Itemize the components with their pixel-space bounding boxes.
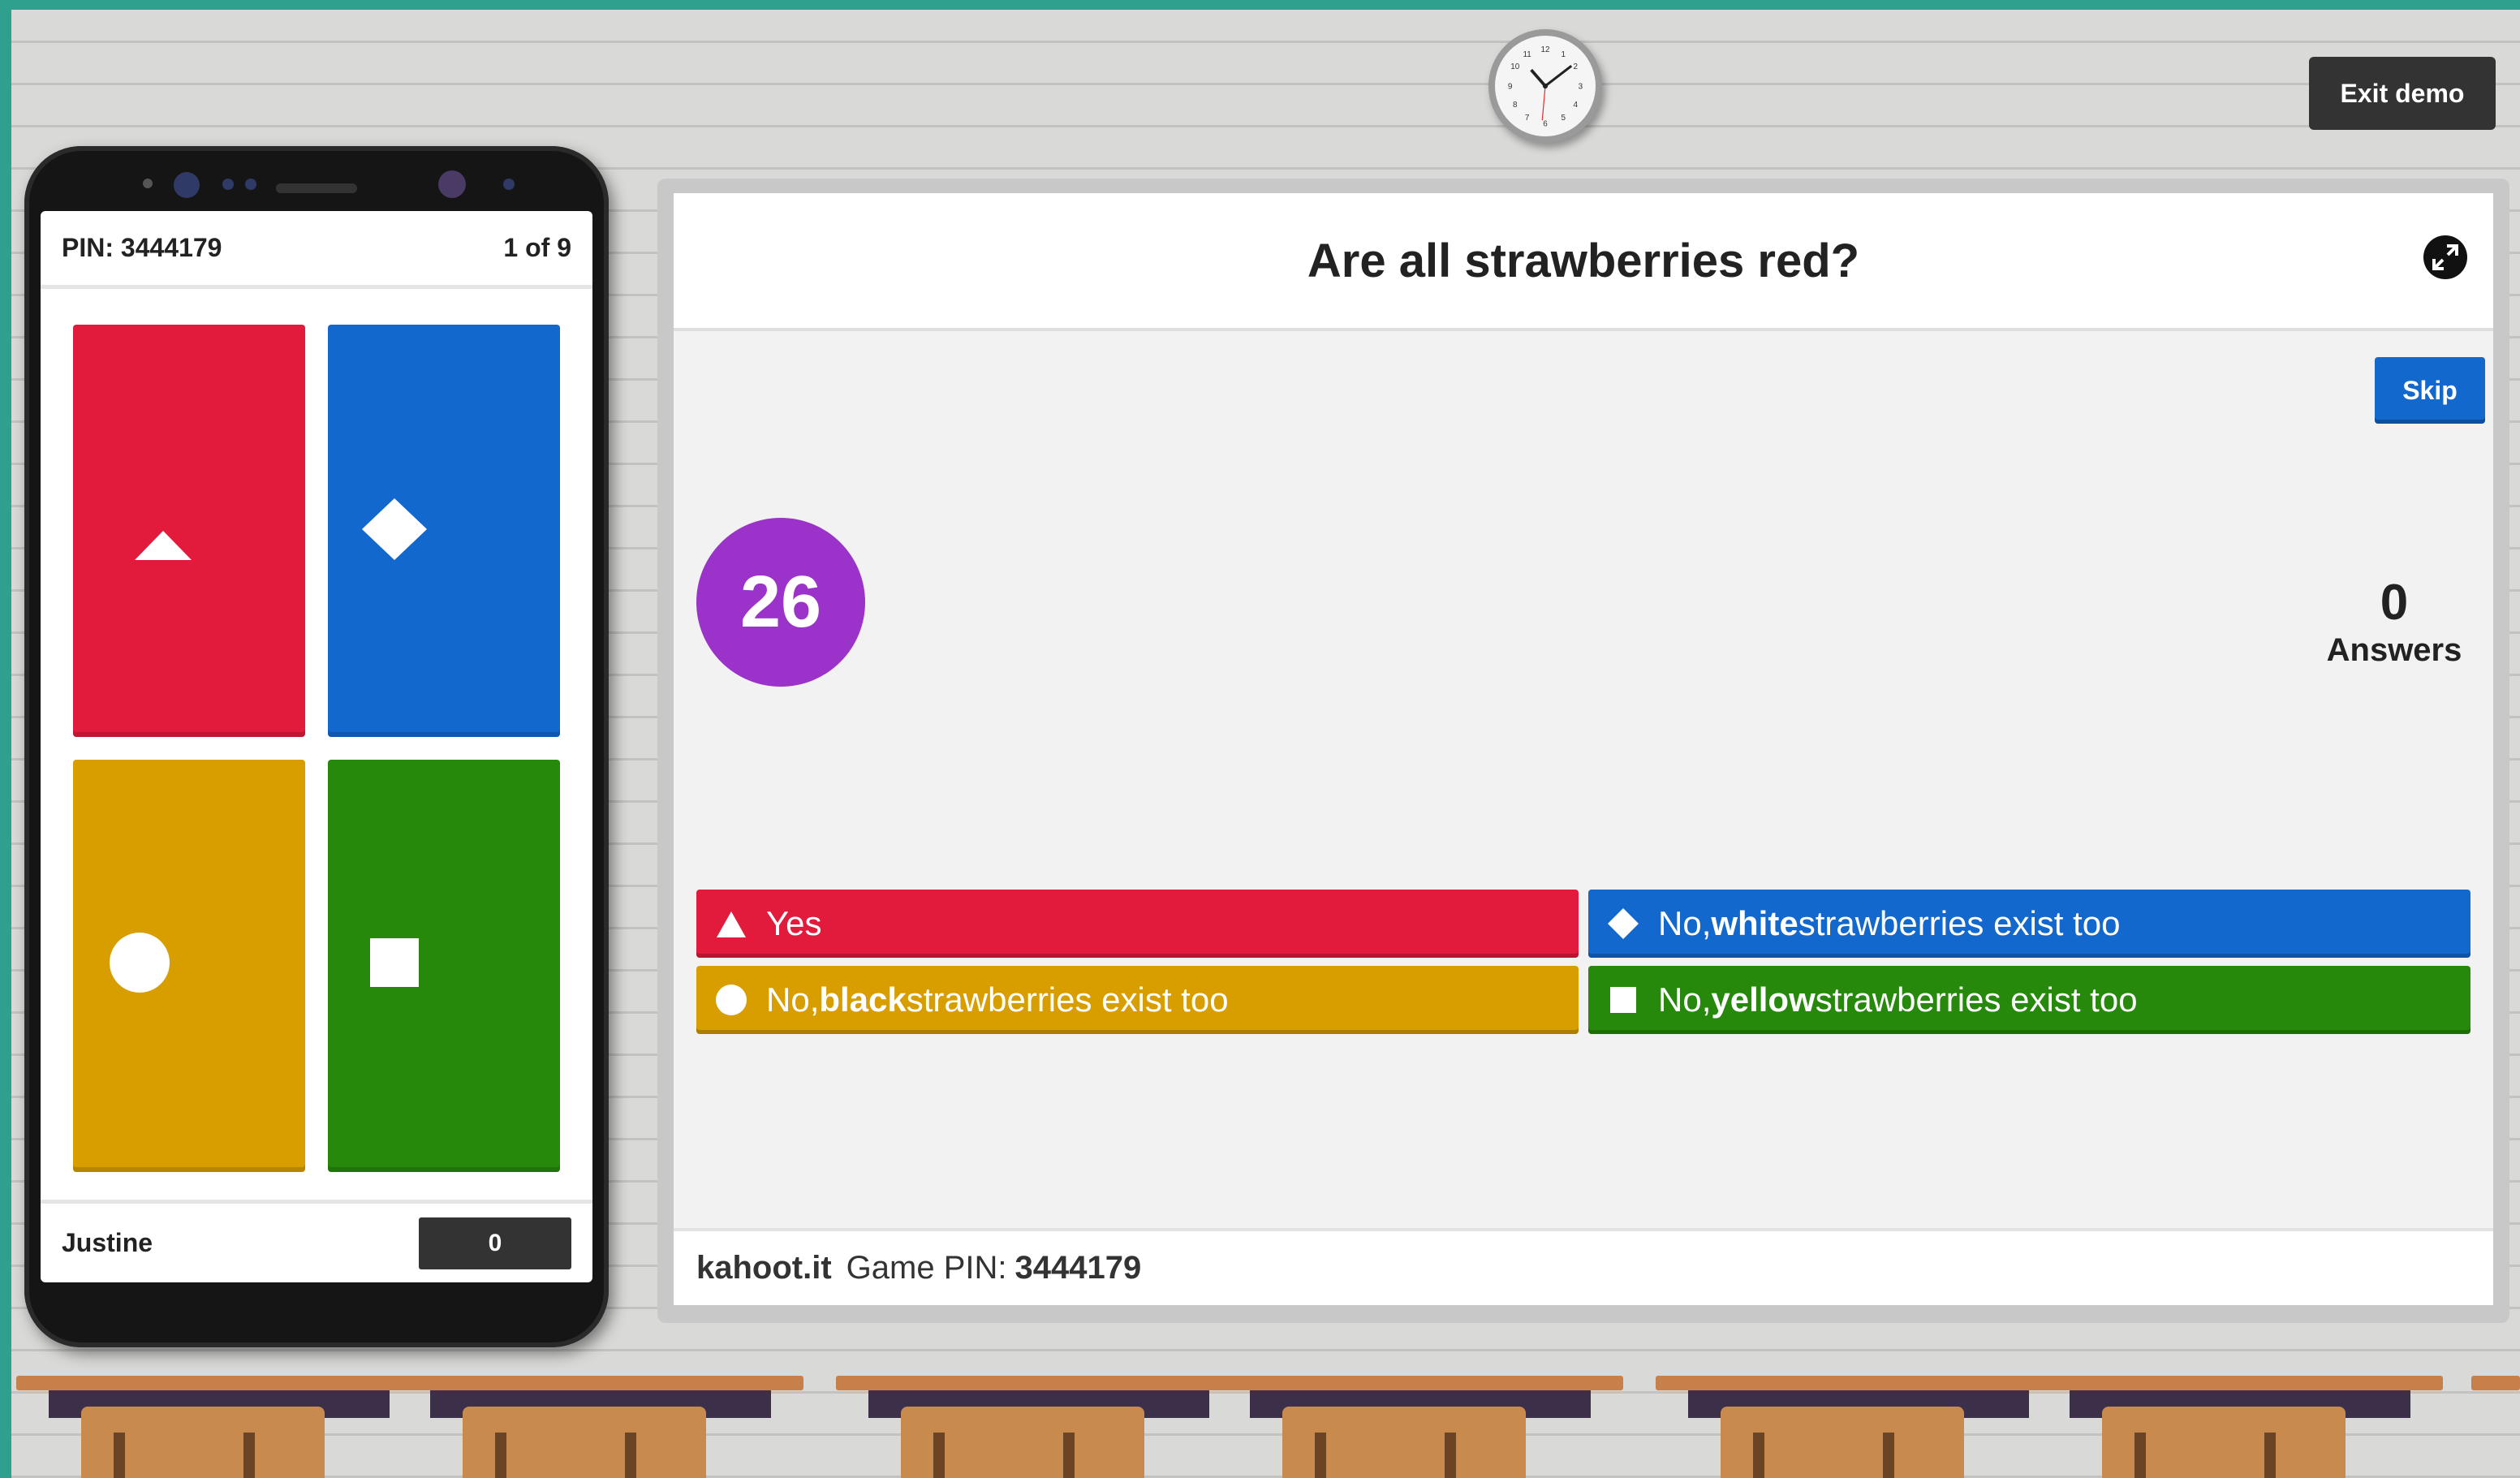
answer-option-red: Yes <box>696 890 1579 958</box>
answers-count: 0 <box>2380 575 2409 631</box>
triangle-icon <box>135 531 192 560</box>
phone-sensor-icon <box>245 179 256 190</box>
phone-sensor-icon <box>143 179 153 188</box>
svg-text:12: 12 <box>1540 45 1550 54</box>
svg-text:7: 7 <box>1525 114 1530 123</box>
game-board-inner: Are all strawberries red? Skip 26 0 Answ… <box>674 193 2493 1305</box>
answer-text-bold: yellow <box>1711 980 1816 1019</box>
phone-footer: Justine 0 <box>41 1200 592 1282</box>
answer-text-prefix: No, <box>1658 904 1712 942</box>
phone-screen: PIN: 3444179 1 of 9 Justine 0 <box>41 211 592 1282</box>
classroom-desk <box>16 1376 422 1478</box>
triangle-icon <box>717 911 746 937</box>
svg-text:1: 1 <box>1562 50 1566 59</box>
svg-text:5: 5 <box>1562 114 1566 123</box>
answer-text-suffix: strawberries exist too <box>1815 980 2138 1019</box>
classroom-desk <box>2037 1376 2443 1478</box>
player-score: 0 <box>419 1217 571 1269</box>
question-progress: 1 of 9 <box>503 233 571 262</box>
answer-text-suffix: strawberries exist too <box>1798 904 2121 942</box>
skip-button[interactable]: Skip <box>2375 357 2485 424</box>
phone-front-camera-icon <box>438 170 466 198</box>
phone-sensor-icon <box>222 179 234 190</box>
answer-text-prefix: No, <box>766 980 820 1019</box>
answers-counter: 0 Answers <box>2297 575 2492 669</box>
square-icon <box>370 938 419 987</box>
phone-pin: PIN: 3444179 <box>62 233 222 262</box>
classroom-desk <box>1217 1376 1623 1478</box>
answer-text-bold: white <box>1711 904 1798 942</box>
answer-tile-green[interactable] <box>328 760 560 1172</box>
player-phone: PIN: 3444179 1 of 9 Justine 0 <box>24 146 609 1347</box>
phone-camera-icon <box>174 172 200 198</box>
phone-header: PIN: 3444179 1 of 9 <box>41 211 592 289</box>
teal-frame-left <box>0 0 11 1478</box>
phone-hardware <box>24 146 609 211</box>
diamond-icon <box>362 498 427 560</box>
game-pin: 3444179 <box>1014 1250 1142 1286</box>
svg-text:4: 4 <box>1573 101 1578 110</box>
game-pin-label: Game PIN: <box>846 1250 1007 1286</box>
answer-tile-red[interactable] <box>73 325 305 737</box>
question-title: Are all strawberries red? <box>1307 234 1860 287</box>
svg-text:9: 9 <box>1508 83 1513 92</box>
svg-text:10: 10 <box>1510 62 1520 71</box>
svg-text:3: 3 <box>1579 83 1583 92</box>
answer-text-prefix: No, <box>1658 980 1712 1019</box>
question-header: Are all strawberries red? <box>674 193 2493 331</box>
svg-text:11: 11 <box>1523 50 1532 59</box>
square-icon <box>1610 987 1636 1013</box>
wall-clock-icon: 12 1 2 345 678 9 10 11 <box>1488 29 1602 143</box>
classroom-desk <box>2471 1376 2520 1478</box>
diamond-icon <box>1608 908 1639 939</box>
exit-demo-button[interactable]: Exit demo <box>2309 57 2496 130</box>
phone-speaker <box>276 183 357 193</box>
answer-text-suffix: strawberries exist too <box>906 980 1229 1019</box>
answers-label: Answers <box>2326 632 2462 668</box>
answer-text-bold: black <box>819 980 907 1019</box>
svg-text:8: 8 <box>1513 101 1518 110</box>
classroom-desk <box>398 1376 803 1478</box>
answer-option-green: No, yellow strawberries exist too <box>1588 966 2470 1034</box>
answer-text-prefix: Yes <box>766 904 822 942</box>
kahoot-demo-page: 12 1 2 345 678 9 10 11 Exit demo PIN: 344417… <box>0 0 2520 1478</box>
classroom-desk <box>836 1376 1242 1478</box>
phone-sensor-icon <box>503 179 515 190</box>
answer-tile-blue[interactable] <box>328 325 560 737</box>
circle-icon <box>716 985 747 1015</box>
classroom-desk <box>1656 1376 2061 1478</box>
answer-tile-yellow[interactable] <box>73 760 305 1172</box>
answer-option-yellow: No, black strawberries exist too <box>696 966 1579 1034</box>
game-board: Are all strawberries red? Skip 26 0 Answ… <box>657 179 2509 1323</box>
svg-text:2: 2 <box>1573 62 1578 71</box>
circle-icon <box>110 933 170 993</box>
fullscreen-icon[interactable] <box>2422 234 2469 281</box>
site-url: kahoot.it <box>696 1250 832 1286</box>
player-name: Justine <box>62 1228 153 1257</box>
board-footer: kahoot.it Game PIN: 3444179 <box>674 1228 2493 1305</box>
teal-frame-top <box>0 0 2520 10</box>
answer-option-blue: No, white strawberries exist too <box>1588 890 2470 958</box>
countdown-timer: 26 <box>696 518 865 687</box>
svg-text:6: 6 <box>1543 120 1548 129</box>
